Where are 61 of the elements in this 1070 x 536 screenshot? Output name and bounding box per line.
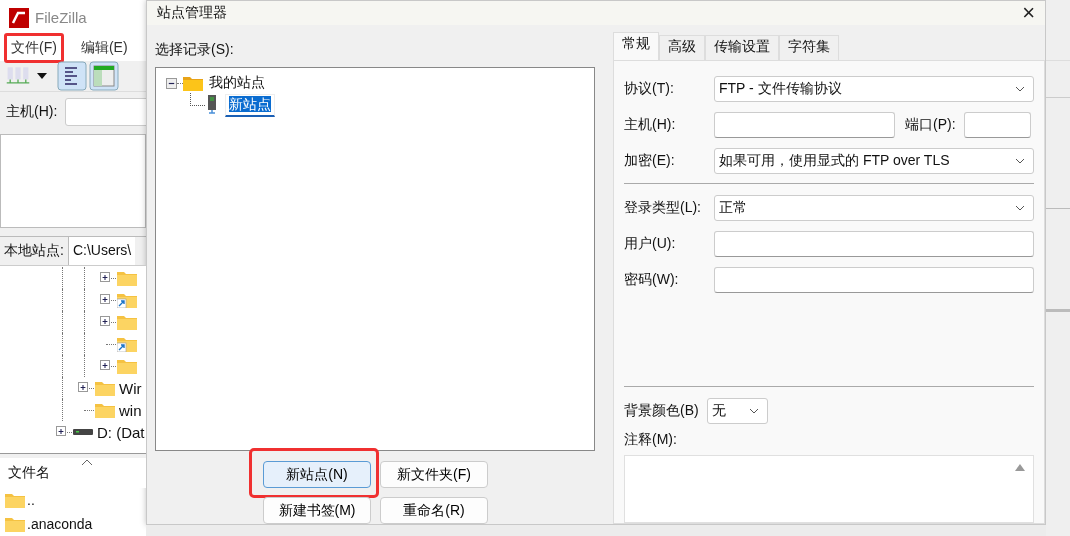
collapse-icon[interactable] — [166, 77, 177, 89]
user-field[interactable] — [714, 231, 1034, 257]
port-field[interactable] — [963, 112, 1031, 138]
field-label: 协议(T): — [624, 80, 675, 98]
field-label: 登录类型(L): — [624, 199, 702, 217]
dropdown-caret-icon[interactable] — [37, 73, 47, 79]
field-label: 密码(W): — [624, 271, 680, 289]
expand-icon[interactable] — [78, 382, 88, 392]
expand-icon[interactable] — [100, 272, 110, 282]
logon-type-select[interactable]: 正常 — [714, 195, 1034, 221]
folder-icon — [5, 492, 25, 508]
menu-item[interactable]: 文件(F) — [4, 33, 64, 63]
dialog-button[interactable]: 新建书签(M) — [263, 497, 371, 524]
field-label: 端口(P): — [905, 116, 956, 134]
dialog-button[interactable]: 新文件夹(F) — [380, 461, 488, 488]
field-label: 背景颜色(B) — [624, 402, 699, 420]
tab[interactable]: 传输设置 — [705, 35, 779, 60]
host-field[interactable] — [65, 98, 146, 126]
field-label: 用户(U): — [624, 235, 677, 253]
folder-icon — [183, 75, 203, 91]
file-name[interactable]: .. — [27, 492, 35, 508]
server-icon — [207, 95, 217, 115]
message-log-icon[interactable] — [57, 61, 87, 91]
menu-item[interactable]: 编辑(E) — [73, 33, 135, 63]
tree-panel-icon[interactable] — [89, 61, 119, 91]
protocol-select[interactable]: FTP - 文件传输协议 — [714, 76, 1034, 102]
local-path-field[interactable]: C:\Users\ — [68, 237, 136, 265]
host-field[interactable] — [714, 112, 895, 138]
tab[interactable]: 常规 — [613, 32, 659, 60]
chevron-icon — [1015, 86, 1025, 92]
tree-item[interactable]: D: (Dat — [97, 423, 145, 441]
window-title: FileZilla — [35, 9, 87, 26]
field-label: 主机(H): — [624, 116, 677, 134]
scroll-up-icon[interactable] — [1015, 464, 1025, 471]
chevron-icon — [1015, 158, 1025, 164]
expand-icon[interactable] — [100, 316, 110, 326]
dialog-title: 站点管理器 — [157, 4, 227, 22]
comments-field[interactable] — [624, 455, 1034, 523]
field-label: 注释(M): — [624, 431, 678, 449]
drive-icon — [73, 428, 93, 436]
tab[interactable]: 字符集 — [779, 35, 839, 60]
tab[interactable]: 高级 — [659, 35, 705, 60]
close-button[interactable]: × — [1022, 2, 1035, 24]
host-label: 主机(H): — [6, 103, 58, 121]
folder-icon — [5, 516, 25, 532]
rename-field[interactable]: 新站点 — [225, 93, 275, 117]
dialog-button[interactable]: 新站点(N) — [263, 461, 371, 488]
expand-icon[interactable] — [56, 426, 66, 436]
app-logo-icon — [9, 7, 29, 28]
select-entry-label: 选择记录(S): — [155, 41, 235, 59]
expand-icon[interactable] — [100, 360, 110, 370]
chevron-icon — [748, 408, 759, 414]
field-label: 加密(E): — [624, 152, 676, 170]
column-header[interactable]: 文件名 — [8, 464, 50, 482]
password-field[interactable] — [714, 267, 1034, 293]
encryption-select[interactable]: 如果可用，使用显式的 FTP over TLS — [714, 148, 1034, 174]
color-select[interactable]: 无 — [706, 398, 768, 424]
dialog-button[interactable]: 重命名(R) — [380, 497, 488, 524]
expand-icon[interactable] — [100, 294, 110, 304]
chevron-icon — [1015, 205, 1025, 211]
tree-item[interactable]: 我的站点 — [209, 74, 265, 92]
